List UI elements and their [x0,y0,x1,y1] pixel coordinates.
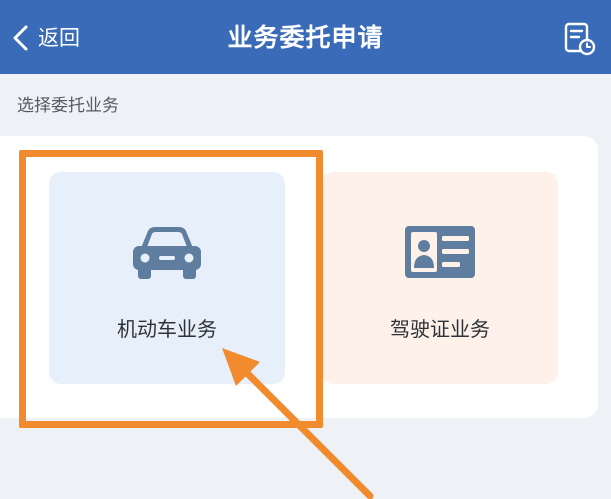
car-icon [133,227,201,279]
license-service-card[interactable]: 驾驶证业务 [322,172,558,384]
vehicle-service-card[interactable]: 机动车业务 [49,172,285,384]
history-record-icon[interactable] [561,20,597,56]
top-nav-bar: 返回 业务委托申请 [0,0,611,74]
back-button[interactable]: 返回 [10,20,80,56]
chevron-left-icon [13,25,28,51]
id-card-icon [405,226,475,278]
page-title: 业务委托申请 [227,23,384,52]
section-label: 选择委托业务 [17,96,119,116]
vehicle-service-label: 机动车业务 [117,317,217,341]
back-label: 返回 [38,26,80,50]
service-panel: 机动车业务 驾驶证业务 [0,136,598,418]
license-service-label: 驾驶证业务 [390,317,490,341]
